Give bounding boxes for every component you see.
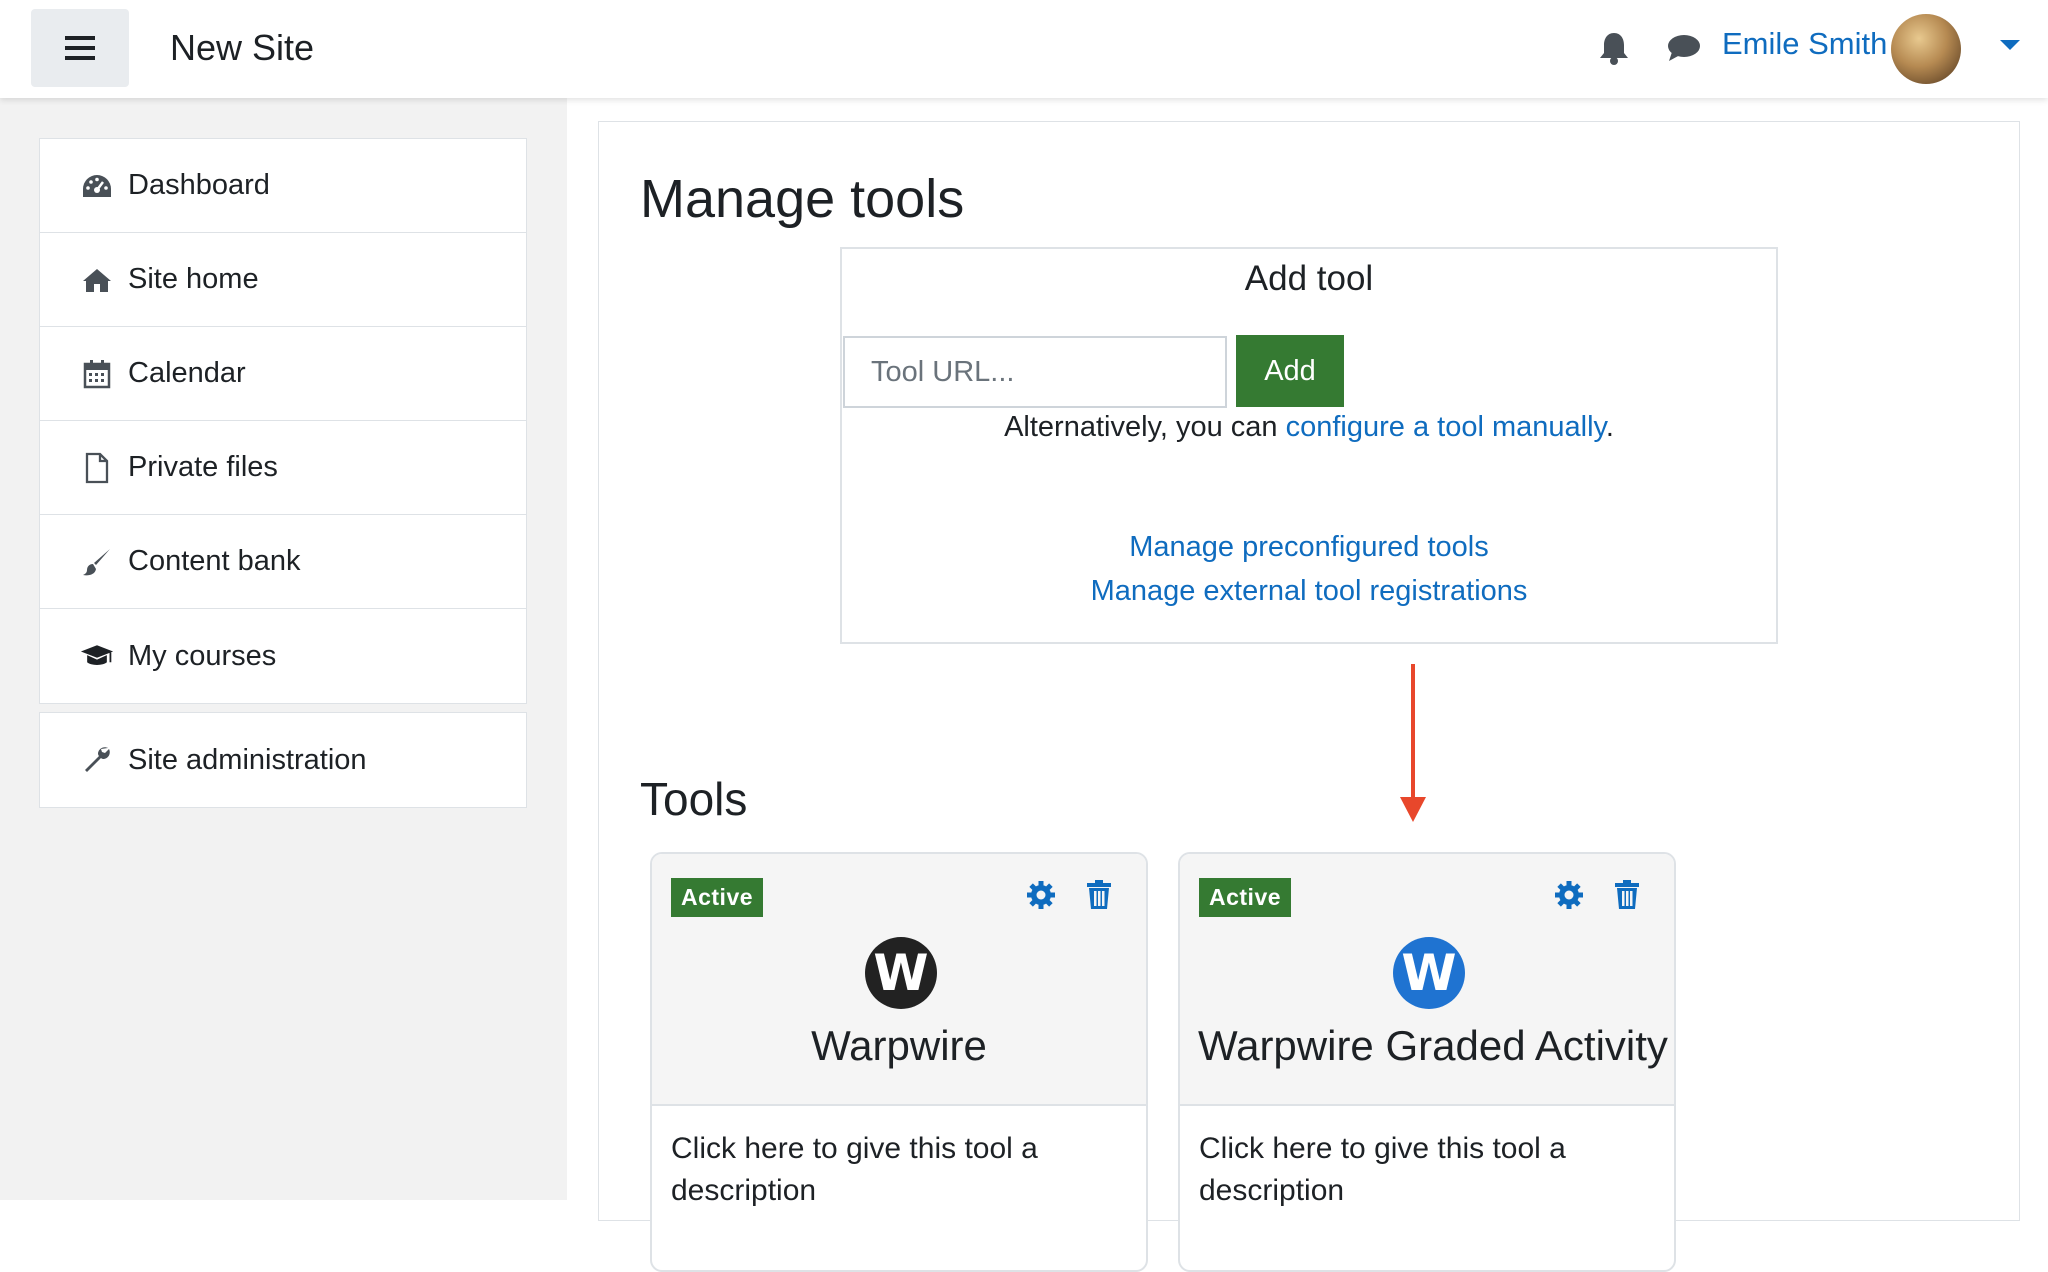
tool-description[interactable]: Click here to give this tool a descripti… bbox=[671, 1128, 1111, 1212]
tools-heading: Tools bbox=[640, 773, 748, 825]
nav-item-site-home[interactable]: Site home bbox=[40, 233, 526, 327]
brush-icon bbox=[80, 545, 114, 579]
nav-item-label: Private files bbox=[128, 451, 278, 483]
add-tool-panel: Add tool Add Alternatively, you can conf… bbox=[840, 247, 1778, 644]
nav-item-label: Calendar bbox=[128, 357, 246, 389]
alternative-prefix: Alternatively, you can bbox=[1004, 411, 1286, 443]
nav-item-label: My courses bbox=[128, 639, 277, 672]
tool-card: Active W Warpwire Click here to give thi… bbox=[650, 852, 1148, 1272]
manage-preconfigured-tools-link[interactable]: Manage preconfigured tools bbox=[1129, 531, 1489, 563]
alternative-suffix: . bbox=[1605, 411, 1614, 443]
drawer-toggle-button[interactable] bbox=[31, 9, 129, 87]
nav-item-my-courses[interactable]: My courses bbox=[40, 609, 526, 703]
site-name[interactable]: New Site bbox=[170, 27, 314, 69]
annotation-arrow bbox=[1411, 664, 1415, 800]
avatar[interactable] bbox=[1891, 14, 1961, 84]
trash-icon[interactable] bbox=[1614, 880, 1640, 910]
nav-item-label: Content bank bbox=[128, 545, 301, 577]
tool-name: Warpwire Graded Activity bbox=[1198, 1022, 1668, 1069]
nav-item-label: Dashboard bbox=[128, 169, 270, 201]
nav-item-private-files[interactable]: Private files bbox=[40, 421, 526, 515]
alternative-text: Alternatively, you can configure a tool … bbox=[842, 411, 1776, 444]
graduation-cap-icon bbox=[80, 639, 114, 673]
gear-icon[interactable] bbox=[1554, 880, 1584, 910]
nav-item-dashboard[interactable]: Dashboard bbox=[40, 139, 526, 233]
gear-icon[interactable] bbox=[1026, 880, 1056, 910]
add-tool-button[interactable]: Add bbox=[1236, 335, 1344, 407]
status-badge: Active bbox=[671, 878, 764, 917]
nav-item-label: Site home bbox=[128, 263, 259, 295]
manage-links: Manage preconfigured tools Manage extern… bbox=[842, 525, 1776, 613]
top-navbar: New Site Emile Smith bbox=[0, 0, 2048, 98]
tool-url-input[interactable] bbox=[843, 336, 1227, 408]
tool-description[interactable]: Click here to give this tool a descripti… bbox=[1199, 1128, 1639, 1212]
manage-external-tool-registrations-link[interactable]: Manage external tool registrations bbox=[1091, 575, 1528, 607]
tool-name: Warpwire bbox=[811, 1022, 987, 1069]
configure-tool-manually-link[interactable]: configure a tool manually bbox=[1286, 411, 1606, 443]
chevron-down-icon[interactable] bbox=[2000, 40, 2020, 50]
nav-item-site-administration[interactable]: Site administration bbox=[40, 713, 526, 807]
nav-item-label: Site administration bbox=[128, 743, 367, 776]
tool-card-header: Active W Warpwire bbox=[652, 854, 1146, 1106]
home-icon bbox=[80, 263, 114, 297]
status-badge: Active bbox=[1199, 878, 1292, 917]
annotation-arrow-head bbox=[1400, 797, 1426, 822]
calendar-icon bbox=[80, 357, 114, 391]
nav-list: Dashboard Site home Calendar Private fil… bbox=[39, 138, 527, 704]
hamburger-icon bbox=[65, 36, 95, 60]
wrench-icon bbox=[80, 743, 114, 777]
tool-card-header: Active W Warpwire Graded Activity bbox=[1180, 854, 1674, 1106]
add-tool-heading: Add tool bbox=[1244, 259, 1374, 298]
chat-icon[interactable] bbox=[1666, 33, 1702, 63]
bell-icon[interactable] bbox=[1598, 31, 1630, 65]
nav-drawer: Dashboard Site home Calendar Private fil… bbox=[0, 98, 567, 1200]
dashboard-icon bbox=[80, 169, 114, 203]
page-title: Manage tools bbox=[640, 169, 965, 229]
nav-admin-block: Site administration bbox=[39, 712, 527, 808]
nav-item-calendar[interactable]: Calendar bbox=[40, 327, 526, 421]
tool-card: Active W Warpwire Graded Activity Click … bbox=[1178, 852, 1676, 1272]
tool-logo: W bbox=[865, 937, 937, 1009]
tool-logo: W bbox=[1393, 937, 1465, 1009]
file-icon bbox=[80, 451, 114, 485]
nav-item-content-bank[interactable]: Content bank bbox=[40, 515, 526, 609]
user-menu-name[interactable]: Emile Smith bbox=[1722, 26, 1887, 62]
trash-icon[interactable] bbox=[1086, 880, 1112, 910]
